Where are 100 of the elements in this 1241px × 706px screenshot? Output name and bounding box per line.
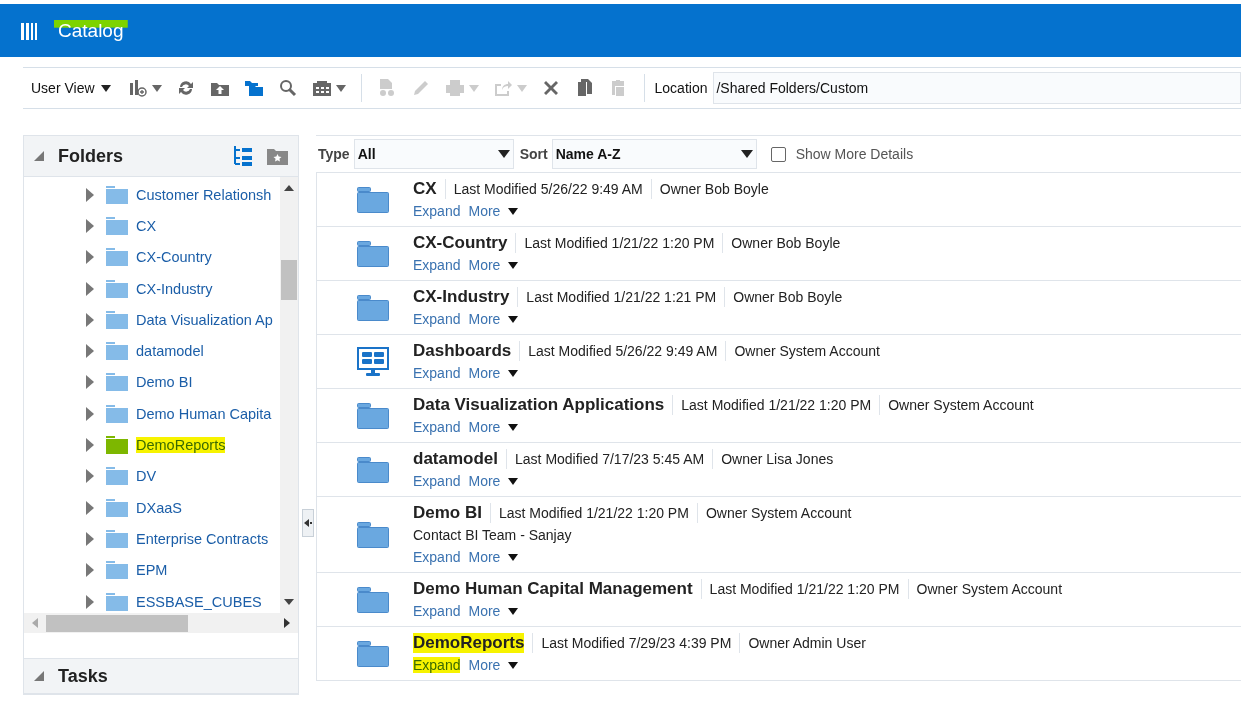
caret-icon[interactable] [508,553,519,561]
item-name[interactable]: Data Visualization Applications [413,394,665,415]
owner-text: Owner System Account [705,504,852,521]
folder-tree-item[interactable]: Enterprise Contracts [136,530,269,547]
caret-icon[interactable] [508,661,519,669]
details-checkbox[interactable] [770,146,786,162]
scroll-up-icon[interactable] [284,185,294,191]
location-label: Location [654,80,708,96]
more-menu-link[interactable]: More [468,603,501,619]
expand-link[interactable]: Expand [413,657,461,673]
item-name[interactable]: DemoReports [413,632,525,653]
tasks-header[interactable]: Tasks [24,658,298,694]
caret-icon [100,84,111,92]
owner-text: Owner System Account [916,580,1063,597]
type-dropdown[interactable]: All [353,139,514,169]
expand-arrow-icon[interactable] [86,469,94,484]
scrollbar-thumb[interactable] [46,614,188,632]
folder-tree-item[interactable]: EPM [136,562,168,579]
folder-tree-item[interactable]: Demo Human Capita [136,405,272,422]
collapse-left-icon [304,519,312,527]
expand-link[interactable]: Expand [413,549,461,565]
item-name[interactable]: CX [413,178,437,199]
caret-icon [468,84,479,92]
collapse-icon [34,671,44,681]
caret-icon[interactable] [508,261,519,269]
last-modified-text: Last Modified 1/21/22 1:21 PM [526,288,717,305]
more-menu-link[interactable]: More [468,311,501,327]
caret-icon[interactable] [508,369,519,377]
owner-text: Owner Admin User [748,634,866,651]
location-field[interactable]: /Shared Folders/Custom [713,72,1241,104]
collapse-icon [34,151,44,161]
last-modified-text: Last Modified 1/21/22 1:20 PM [498,504,689,521]
expand-arrow-icon[interactable] [86,594,94,609]
item-name[interactable]: Demo Human Capital Management [413,578,693,599]
expand-link[interactable]: Expand [413,311,461,327]
expand-link[interactable]: Expand [413,365,461,381]
expand-arrow-icon[interactable] [86,406,94,421]
more-menu-link[interactable]: More [468,365,501,381]
expand-link[interactable]: Expand [413,257,461,273]
expand-arrow-icon[interactable] [86,531,94,546]
expand-arrow-icon[interactable] [86,250,94,265]
item-name[interactable]: datamodel [413,448,499,469]
chart-add-icon [127,78,148,98]
caret-icon[interactable] [508,423,519,431]
more-menu-link[interactable]: More [468,419,501,435]
folder-tree-item[interactable]: CX [136,217,157,234]
caret-icon[interactable] [508,477,519,485]
expand-link[interactable]: Expand [413,603,461,619]
folder-tree-item[interactable]: CX-Country [136,249,212,266]
expand-arrow-icon[interactable] [86,281,94,296]
item-name[interactable]: CX-Country [413,232,508,253]
more-menu-link[interactable]: More [468,257,501,273]
more-menu-link[interactable]: More [468,657,501,673]
tree-view-icon[interactable] [233,145,253,167]
caret-icon[interactable] [508,607,519,615]
search-icon [277,78,298,98]
folder-tree-item[interactable]: DXaaS [136,499,182,516]
expand-arrow-icon[interactable] [86,312,94,327]
expand-arrow-icon[interactable] [86,438,94,452]
details-label: Show More Details [795,146,914,162]
scrollbar-thumb[interactable] [281,260,297,300]
expand-arrow-icon[interactable] [86,500,94,515]
folder-tree-item[interactable]: Demo BI [136,374,193,391]
folder-tree-item[interactable]: Customer Relationsh [136,186,272,203]
folders-header[interactable]: Folders [24,135,298,177]
view-menu[interactable]: User View [23,80,119,96]
item-name[interactable]: CX-Industry [413,286,510,307]
folder-tree-item[interactable]: ESSBASE_CUBES [136,593,262,610]
folder-tree-item[interactable]: CX-Industry [136,280,213,297]
favorite-folder-icon[interactable] [267,147,288,165]
sort-dropdown[interactable]: Name A-Z [551,139,757,169]
folder-tree-item[interactable]: DemoReports [136,437,226,453]
folder-tree-item[interactable]: DV [136,468,157,485]
expand-arrow-icon[interactable] [86,375,94,390]
expand-link[interactable]: Expand [413,203,461,219]
folder-tree-item[interactable]: datamodel [136,343,204,360]
more-menu-link[interactable]: More [468,473,501,489]
owner-text: Owner Bob Boyle [731,234,841,251]
last-modified-text: Last Modified 7/17/23 5:45 AM [515,450,705,467]
expand-arrow-icon[interactable] [86,218,94,233]
folder-tree-item[interactable]: Data Visualization Ap [136,311,273,328]
caret-icon[interactable] [508,207,519,215]
expand-link[interactable]: Expand [413,419,461,435]
item-name[interactable]: Demo BI [413,502,482,523]
scroll-right-icon[interactable] [284,618,290,628]
owner-text: Owner System Account [734,342,880,359]
expand-arrow-icon[interactable] [86,344,94,359]
more-menu-link[interactable]: More [468,549,501,565]
more-menu-link[interactable]: More [468,203,501,219]
owner-text: Owner Bob Boyle [733,288,843,305]
item-name[interactable]: Dashboards [413,340,512,361]
last-modified-text: Last Modified 5/26/22 9:49 AM [453,180,643,197]
share-icon [492,78,513,98]
expand-arrow-icon[interactable] [86,563,94,578]
caret-icon[interactable] [508,315,519,323]
expand-link[interactable]: Expand [413,473,461,489]
scroll-down-icon[interactable] [284,599,294,605]
expand-arrow-icon[interactable] [86,187,94,202]
splitter-handle[interactable] [302,509,314,537]
last-modified-text: Last Modified 1/21/22 1:20 PM [524,234,715,251]
